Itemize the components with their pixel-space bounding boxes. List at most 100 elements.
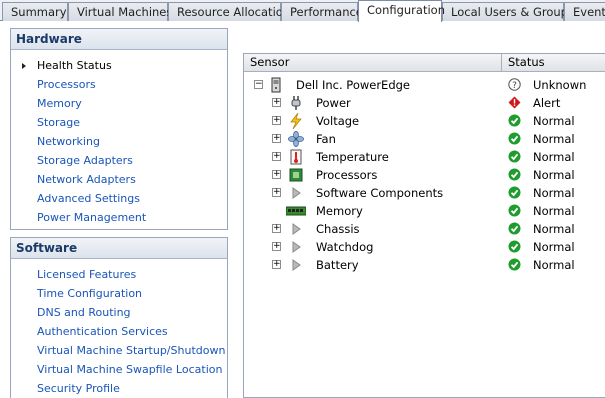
hardware-item-networking[interactable]: Networking bbox=[11, 132, 227, 151]
hardware-item-advanced-settings[interactable]: Advanced Settings bbox=[11, 189, 227, 208]
grid-header: Sensor Status bbox=[244, 54, 605, 72]
expand-icon[interactable]: + bbox=[272, 134, 281, 143]
tab-performance[interactable]: Performance bbox=[281, 2, 363, 21]
software-item-time-configuration[interactable]: Time Configuration bbox=[11, 284, 227, 303]
sensor-status: Alert bbox=[533, 96, 561, 110]
sensor-name: Memory bbox=[316, 204, 363, 218]
hardware-item-power-management[interactable]: Power Management bbox=[11, 208, 227, 227]
sensor-row-processors[interactable]: + Processors Normal bbox=[244, 166, 605, 184]
triangle-icon bbox=[288, 185, 304, 201]
column-header-sensor[interactable]: Sensor bbox=[244, 54, 502, 72]
normal-check-icon bbox=[508, 114, 521, 127]
sensor-status: Normal bbox=[533, 150, 575, 164]
sensor-name: Power bbox=[316, 96, 351, 110]
hardware-item-processors[interactable]: Processors bbox=[11, 75, 227, 94]
sensor-name: Fan bbox=[316, 132, 336, 146]
triangle-icon bbox=[288, 239, 304, 255]
svg-text:?: ? bbox=[512, 81, 517, 91]
hardware-item-storage[interactable]: Storage bbox=[11, 113, 227, 132]
hardware-item-health-status[interactable]: Health Status bbox=[11, 56, 227, 75]
server-icon bbox=[268, 77, 284, 93]
sensor-row-battery[interactable]: + Battery Normal bbox=[244, 256, 605, 274]
triangle-icon bbox=[288, 221, 304, 237]
collapse-icon[interactable]: − bbox=[254, 80, 263, 89]
sensor-status: Normal bbox=[533, 114, 575, 128]
tab-events[interactable]: Events bbox=[564, 2, 605, 21]
triangle-icon bbox=[288, 257, 304, 273]
processor-icon bbox=[288, 167, 304, 183]
power-plug-icon bbox=[288, 95, 304, 111]
normal-check-icon bbox=[508, 204, 521, 217]
software-item-vm-swapfile-location[interactable]: Virtual Machine Swapfile Location bbox=[11, 360, 227, 379]
expand-icon[interactable]: + bbox=[272, 260, 281, 269]
hardware-section: Hardware Health Status Processors Memory… bbox=[10, 28, 228, 230]
sensor-row-temperature[interactable]: + Temperature Normal bbox=[244, 148, 605, 166]
software-list: Licensed Features Time Configuration DNS… bbox=[11, 259, 227, 398]
tab-strip: Summary Virtual Machines Resource Alloca… bbox=[0, 0, 605, 22]
hardware-item-storage-adapters[interactable]: Storage Adapters bbox=[11, 151, 227, 170]
sensor-row-voltage[interactable]: + Voltage Normal bbox=[244, 112, 605, 130]
expand-icon[interactable]: + bbox=[272, 170, 281, 179]
sensor-status: Normal bbox=[533, 204, 575, 218]
sensor-name: Processors bbox=[316, 168, 378, 182]
sensor-status: Normal bbox=[533, 240, 575, 254]
sensor-row-dell-inc-poweredge[interactable]: − Dell Inc. PowerEdge? Unknown bbox=[244, 76, 605, 94]
tab-local-users-groups[interactable]: Local Users & Groups bbox=[442, 2, 574, 21]
normal-check-icon bbox=[508, 258, 521, 271]
tab-resource-allocation[interactable]: Resource Allocation bbox=[168, 2, 290, 21]
software-item-licensed-features[interactable]: Licensed Features bbox=[11, 265, 227, 284]
sensor-status: Normal bbox=[533, 168, 575, 182]
expand-icon[interactable]: + bbox=[272, 98, 281, 107]
hardware-header: Hardware bbox=[11, 29, 227, 50]
sensor-row-software-components[interactable]: + Software Components Normal bbox=[244, 184, 605, 202]
normal-check-icon bbox=[508, 240, 521, 253]
expand-icon[interactable]: + bbox=[272, 188, 281, 197]
sensor-name: Software Components bbox=[316, 186, 444, 200]
normal-check-icon bbox=[508, 132, 521, 145]
hardware-item-memory[interactable]: Memory bbox=[11, 94, 227, 113]
sensor-row-fan[interactable]: + Fan Normal bbox=[244, 130, 605, 148]
normal-check-icon bbox=[508, 186, 521, 199]
sensor-row-memory[interactable]: Memory Normal bbox=[244, 202, 605, 220]
expand-icon[interactable]: + bbox=[272, 224, 281, 233]
hardware-item-network-adapters[interactable]: Network Adapters bbox=[11, 170, 227, 189]
alert-icon bbox=[508, 96, 521, 109]
memory-module-icon bbox=[285, 203, 307, 219]
software-header: Software bbox=[11, 238, 227, 259]
thermometer-icon bbox=[288, 149, 304, 165]
sensor-row-watchdog[interactable]: + Watchdog Normal bbox=[244, 238, 605, 256]
sensor-row-power[interactable]: + Power Alert bbox=[244, 94, 605, 112]
fan-icon bbox=[288, 131, 304, 147]
sensor-name: Battery bbox=[316, 258, 359, 272]
left-panel: Hardware Health Status Processors Memory… bbox=[10, 28, 228, 398]
normal-check-icon bbox=[508, 168, 521, 181]
normal-check-icon bbox=[508, 222, 521, 235]
sensor-status: Normal bbox=[533, 186, 575, 200]
software-section: Software Licensed Features Time Configur… bbox=[10, 237, 228, 398]
software-item-security-profile[interactable]: Security Profile bbox=[11, 379, 227, 398]
sensor-status: Normal bbox=[533, 222, 575, 236]
sensor-name: Voltage bbox=[316, 114, 360, 128]
software-item-vm-startup-shutdown[interactable]: Virtual Machine Startup/Shutdown bbox=[11, 341, 227, 360]
column-header-status[interactable]: Status bbox=[502, 54, 605, 72]
sensor-name: Watchdog bbox=[316, 240, 374, 254]
software-item-authentication-services[interactable]: Authentication Services bbox=[11, 322, 227, 341]
tab-virtual-machines[interactable]: Virtual Machines bbox=[68, 2, 172, 21]
sensor-status: Normal bbox=[533, 258, 575, 272]
expand-icon[interactable]: + bbox=[272, 242, 281, 251]
sensor-name: Dell Inc. PowerEdge bbox=[296, 78, 411, 92]
sensor-row-chassis[interactable]: + Chassis Normal bbox=[244, 220, 605, 238]
unknown-icon: ? bbox=[508, 78, 521, 91]
sensor-status: Normal bbox=[533, 132, 575, 146]
tab-configuration[interactable]: Configuration bbox=[358, 0, 445, 22]
software-item-dns-and-routing[interactable]: DNS and Routing bbox=[11, 303, 227, 322]
lightning-icon bbox=[288, 112, 304, 130]
expand-icon[interactable]: + bbox=[272, 152, 281, 161]
sensor-status: Unknown bbox=[533, 78, 587, 92]
expand-icon[interactable]: + bbox=[272, 116, 281, 125]
hardware-list: Health Status Processors Memory Storage … bbox=[11, 50, 227, 227]
tab-summary[interactable]: Summary bbox=[2, 2, 68, 21]
selected-arrow-icon bbox=[22, 63, 26, 69]
normal-check-icon bbox=[508, 150, 521, 163]
health-status-grid: Sensor Status − Dell Inc. PowerEdge? Unkno… bbox=[243, 53, 605, 398]
